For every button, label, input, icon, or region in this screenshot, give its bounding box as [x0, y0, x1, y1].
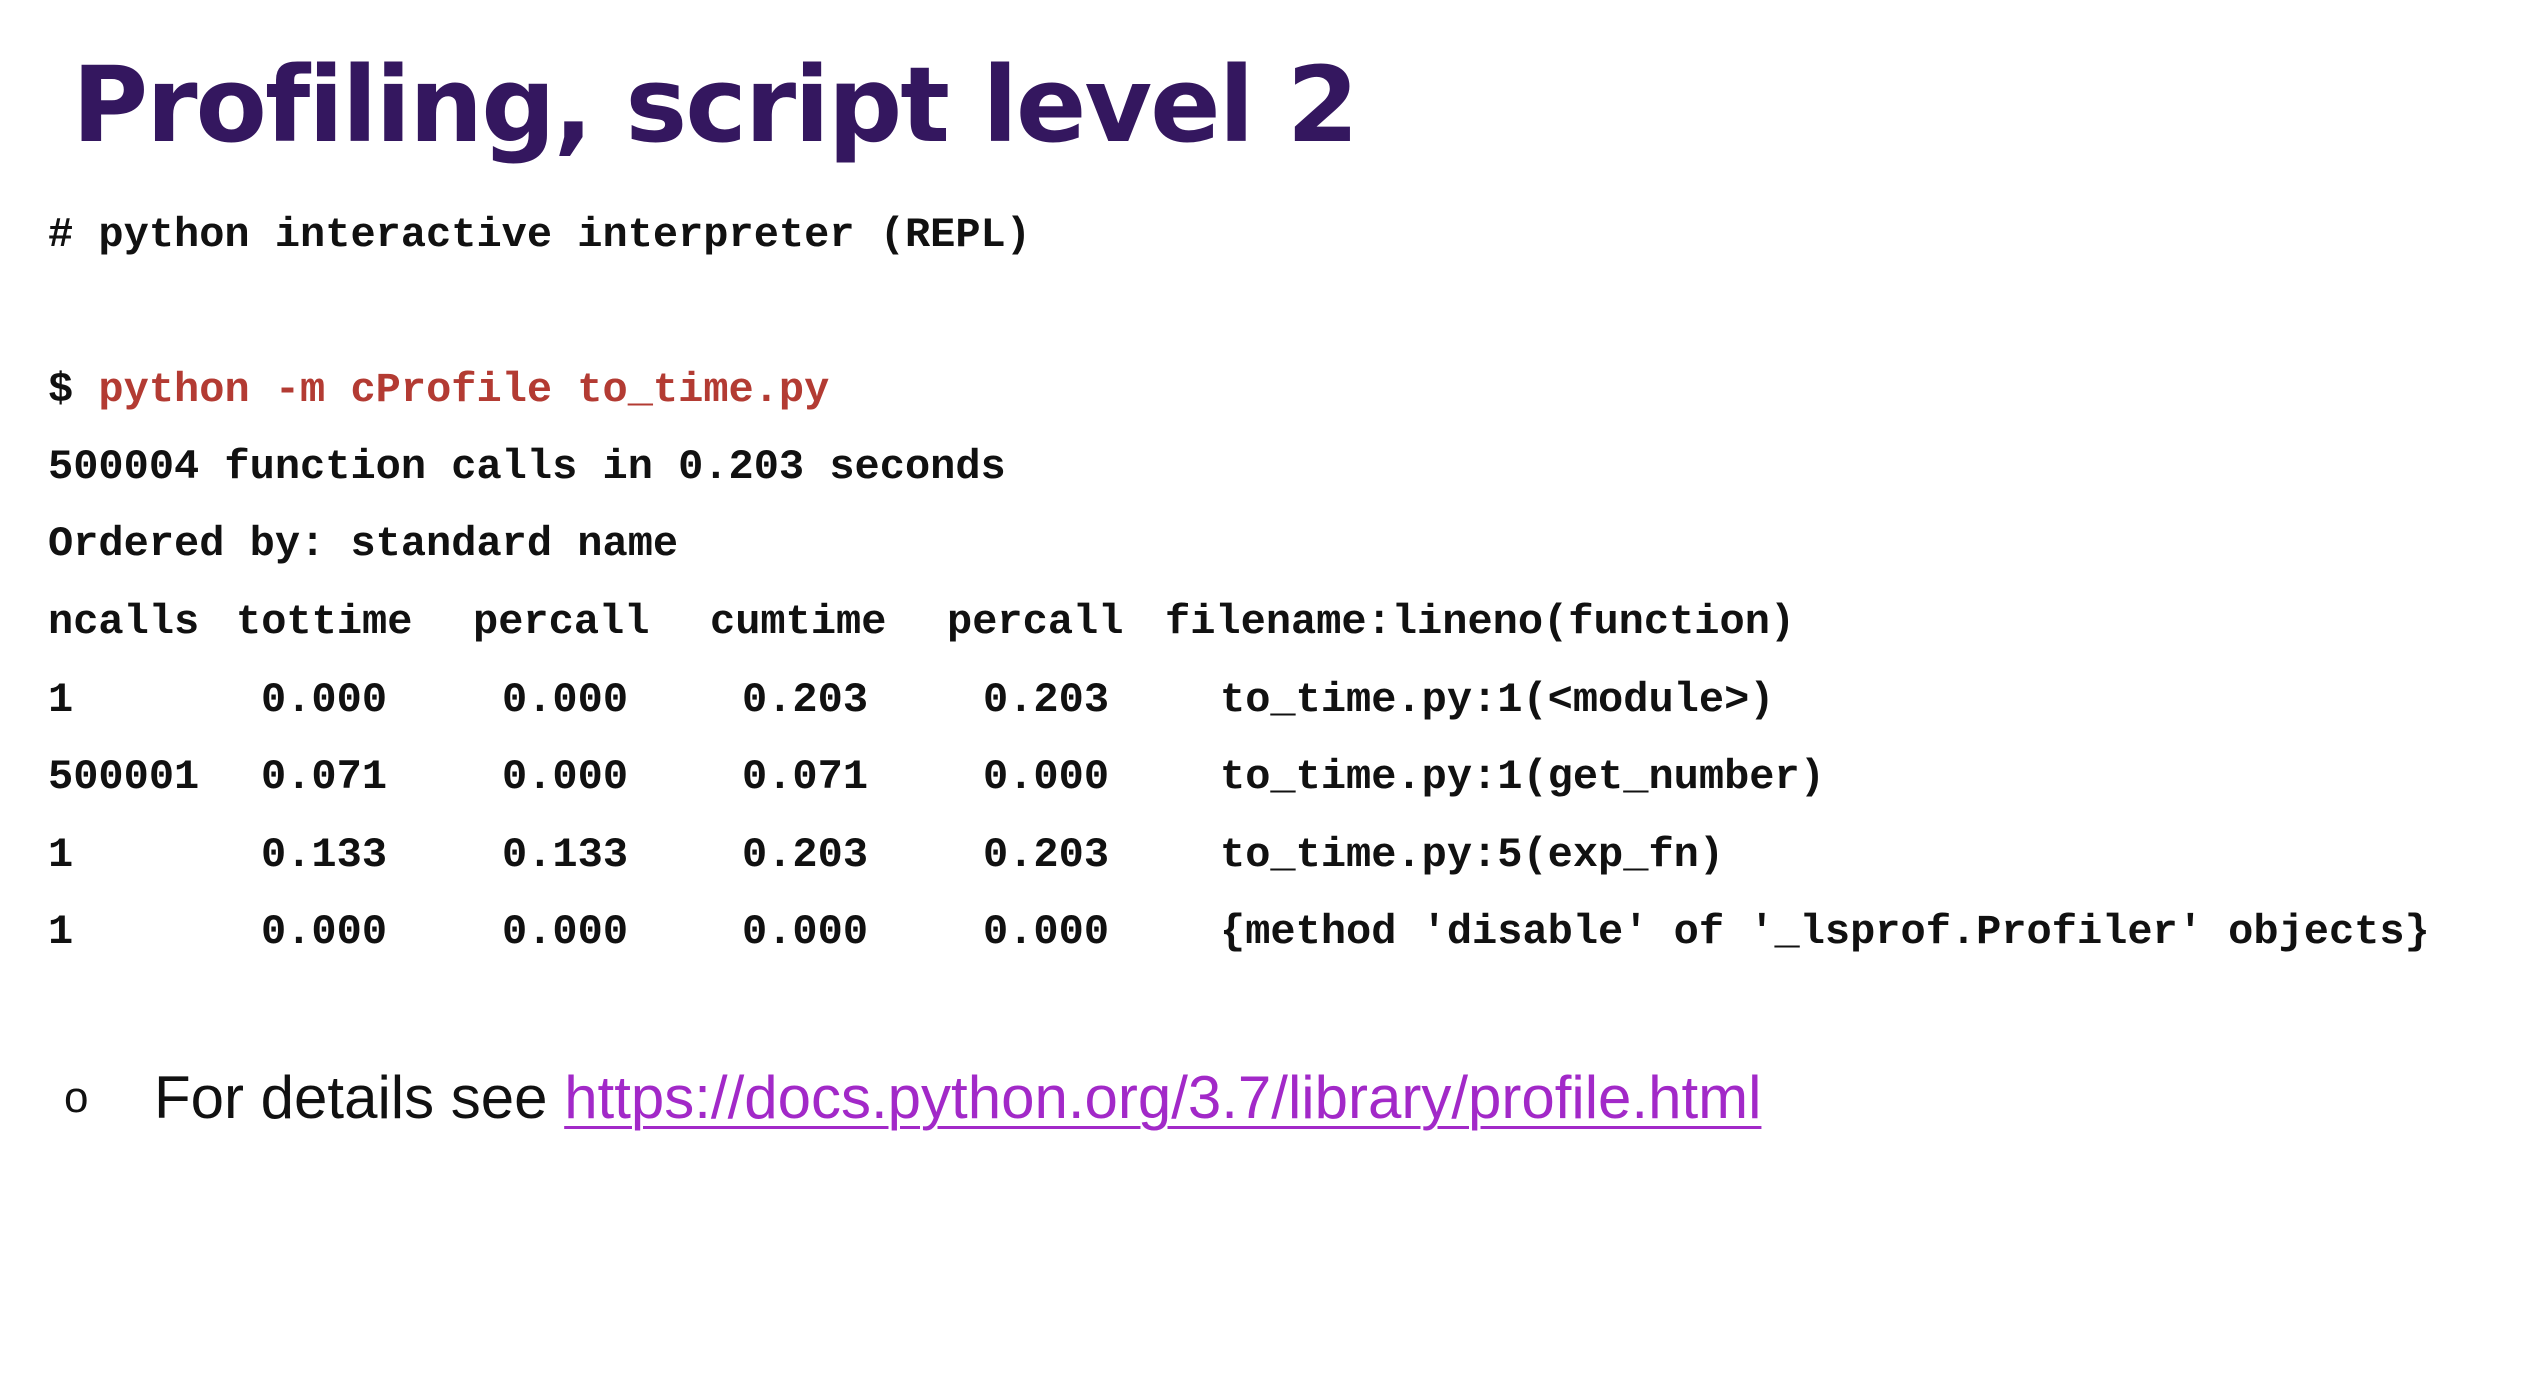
function-cell: {method 'disable' of '_lsprof.Profiler' … — [1220, 908, 2430, 956]
percall-cell: 0.000 — [502, 908, 629, 956]
bullet-text: For details see — [154, 1064, 565, 1131]
column-header-cumtime: cumtime — [710, 598, 887, 646]
table-row: 1 0.000 0.000 0.000 0.000 {method 'disab… — [48, 902, 2430, 962]
slide-title: Profiling, script level 2 — [72, 44, 1359, 166]
command-line: $ python -m cProfile to_time.py — [48, 360, 829, 420]
table-row: 1 0.133 0.133 0.203 0.203 to_time.py:5(e… — [48, 825, 1724, 885]
ordered-by-line: Ordered by: standard name — [48, 520, 679, 568]
bullet-text-container: For details see https://docs.python.org/… — [154, 1058, 1761, 1138]
bullet-marker: o — [64, 1073, 89, 1122]
shell-prompt: $ — [48, 366, 99, 414]
shell-command: python -m cProfile to_time.py — [98, 366, 830, 414]
ncalls-cell: 1 — [48, 676, 74, 724]
cumtime-cell: 0.203 — [742, 676, 869, 724]
cumtime-cell: 0.203 — [742, 831, 869, 879]
column-header-ncalls: ncalls — [48, 598, 200, 646]
function-cell: to_time.py:5(exp_fn) — [1220, 831, 1725, 879]
percall-cumulative-cell: 0.203 — [983, 676, 1110, 724]
cumtime-cell: 0.000 — [742, 908, 869, 956]
summary-line: 500004 function calls in 0.203 seconds — [48, 443, 1006, 491]
function-cell: to_time.py:1(<module>) — [1220, 676, 1775, 724]
table-row: 1 0.000 0.000 0.203 0.203 to_time.py:1(<… — [48, 670, 1775, 730]
ncalls-cell: 500001 — [48, 753, 200, 801]
percall-cumulative-cell: 0.000 — [983, 908, 1110, 956]
column-header-filename: filename:lineno(function) — [1165, 598, 1796, 646]
ncalls-cell: 1 — [48, 908, 74, 956]
table-row: 500001 0.071 0.000 0.071 0.000 to_time.p… — [48, 747, 1825, 807]
slide: Profiling, script level 2 # python inter… — [0, 0, 2536, 1254]
cumtime-cell: 0.071 — [742, 753, 869, 801]
percall-cumulative-cell: 0.000 — [983, 753, 1110, 801]
column-header-percall: percall — [473, 598, 650, 646]
column-header-tottime: tottime — [236, 598, 413, 646]
percall-cumulative-cell: 0.203 — [983, 831, 1110, 879]
tottime-cell: 0.071 — [261, 753, 388, 801]
table-header: ncalls tottime percall cumtime percall f… — [48, 592, 1795, 652]
comment-line: # python interactive interpreter (REPL) — [48, 211, 1031, 259]
column-header-percall-cumulative: percall — [947, 598, 1124, 646]
function-cell: to_time.py:1(get_number) — [1220, 753, 1825, 801]
tottime-cell: 0.000 — [261, 908, 388, 956]
tottime-cell: 0.000 — [261, 676, 388, 724]
percall-cell: 0.000 — [502, 676, 629, 724]
docs-link[interactable]: https://docs.python.org/3.7/library/prof… — [564, 1064, 1761, 1131]
percall-cell: 0.133 — [502, 831, 629, 879]
percall-cell: 0.000 — [502, 753, 629, 801]
ncalls-cell: 1 — [48, 831, 74, 879]
tottime-cell: 0.133 — [261, 831, 388, 879]
